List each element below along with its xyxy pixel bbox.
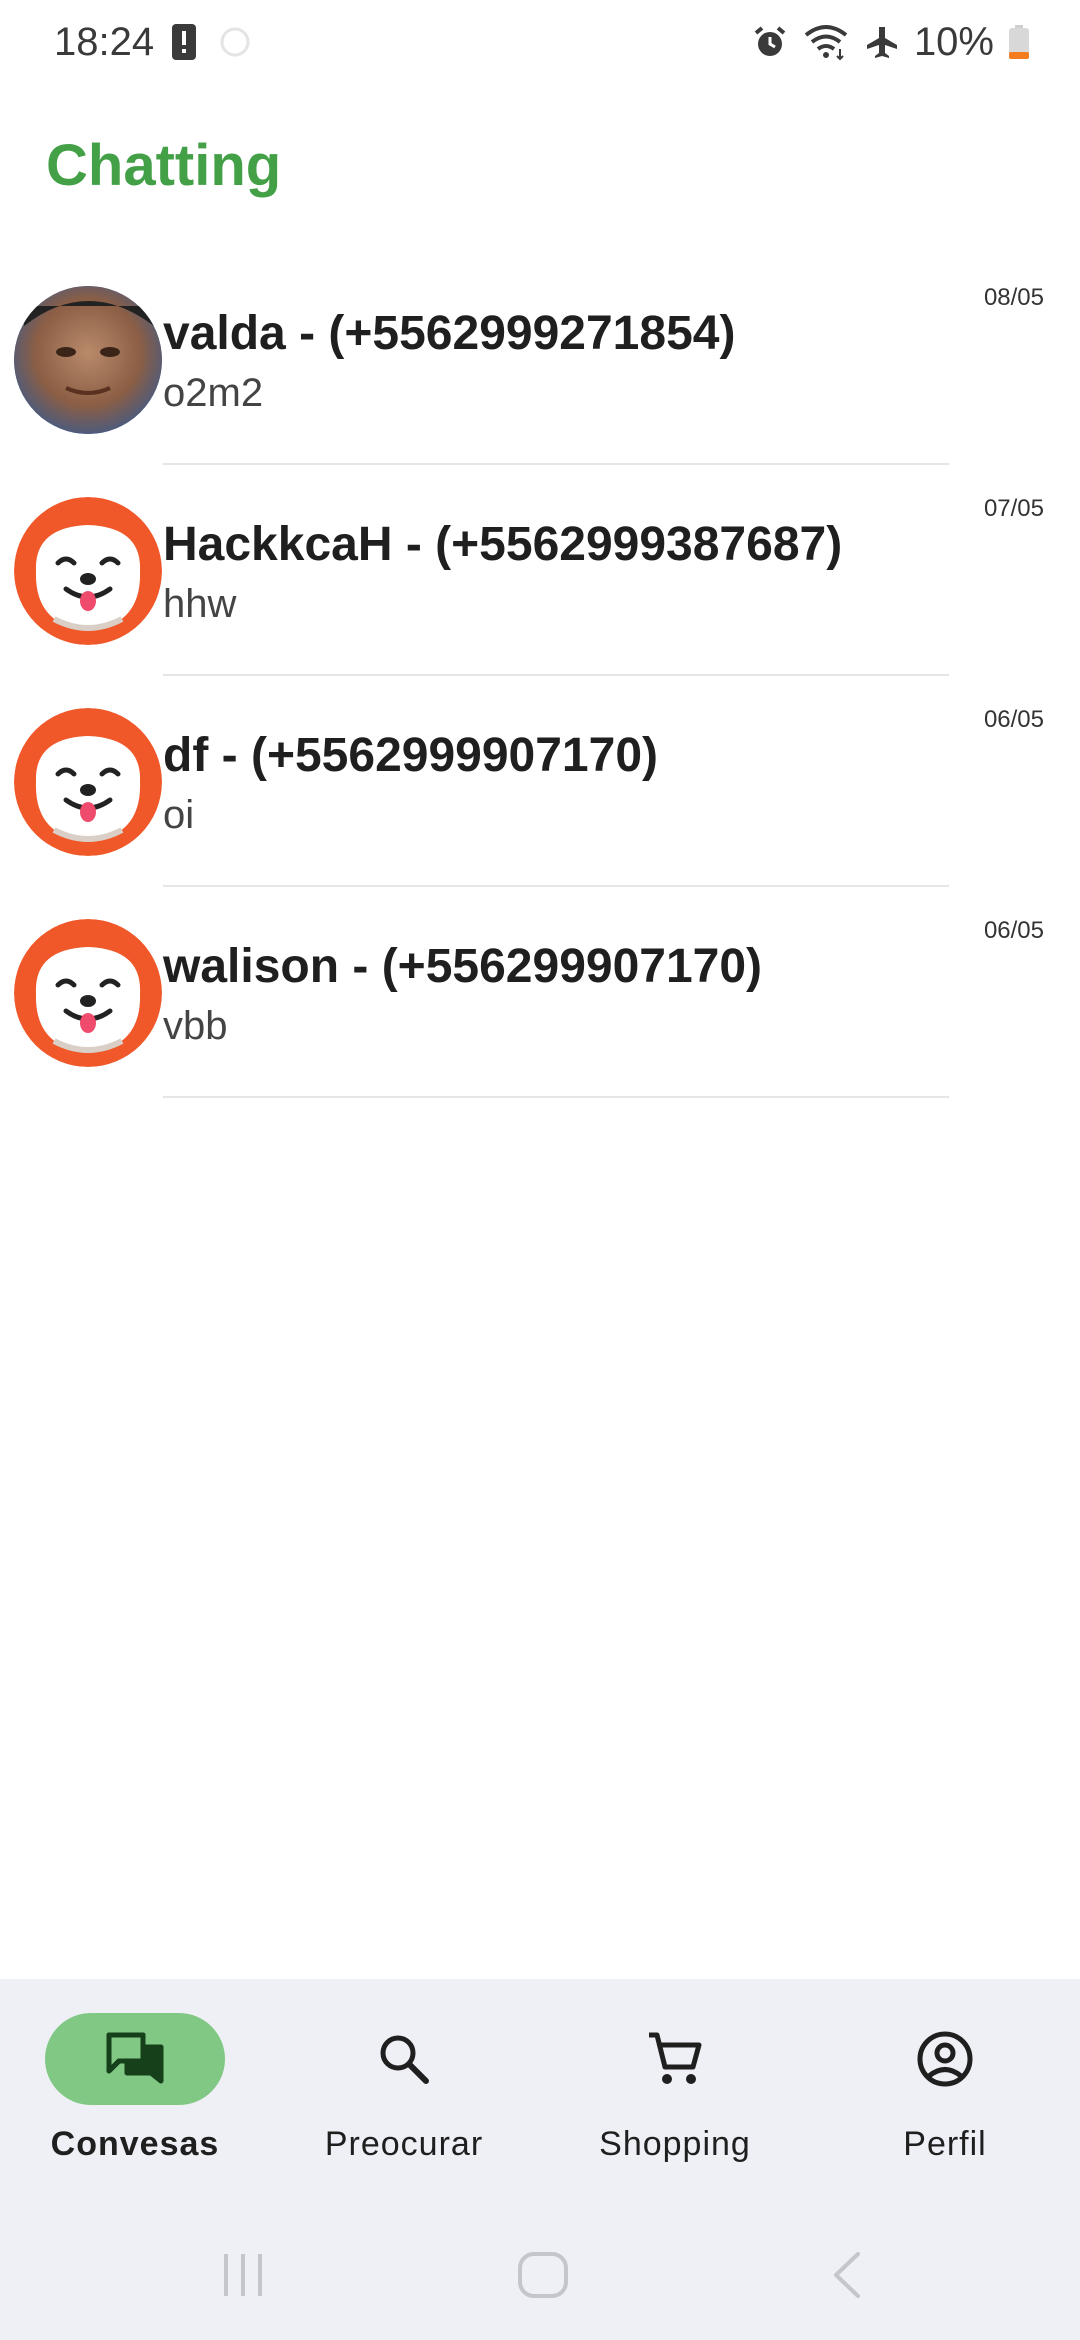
screen: 18:24 10% Chatting valda - (+55629992718… (0, 0, 1080, 2340)
chat-date: 06/05 (983, 917, 1044, 944)
system-nav (0, 2230, 1080, 2320)
nav-label: Perfil (903, 2125, 987, 2163)
divider (163, 463, 949, 465)
nav-label: Shopping (599, 2125, 751, 2163)
nav-item-preocurar[interactable]: Preocurar (284, 2013, 524, 2193)
profile-icon (915, 2029, 975, 2089)
avatar (14, 497, 162, 645)
chat-preview: oi (163, 793, 195, 837)
nav-item-perfil[interactable]: Perfil (825, 2013, 1065, 2193)
divider (163, 1096, 949, 1098)
chat-preview: vbb (163, 1004, 228, 1048)
battery-icon (1008, 24, 1030, 60)
back-icon[interactable] (828, 2250, 868, 2305)
chat-list: valda - (+5562999271854) o2m2 08/05 Hack… (0, 280, 1080, 1124)
chat-name: HackkcaH - (+5562999387687) (163, 518, 843, 571)
chat-list-item[interactable]: walison - (+556299907170) vbb 06/05 (0, 913, 1080, 1124)
search-icon (376, 2031, 432, 2087)
chat-name: df - (+5562999907170) (163, 729, 658, 782)
nav-label: Preocurar (324, 2125, 484, 2163)
alarm-icon (752, 24, 788, 60)
chat-name: valda - (+5562999271854) (163, 307, 736, 360)
battery-text: 10% (913, 19, 994, 64)
avatar (14, 708, 162, 856)
nav-item-convesas[interactable]: Convesas (15, 2013, 255, 2193)
chat-icon (105, 2031, 165, 2087)
home-icon[interactable] (516, 2250, 570, 2305)
chat-date: 08/05 (983, 284, 1044, 311)
wifi-icon (802, 23, 850, 61)
circle-icon (218, 22, 252, 67)
status-bar: 18:24 10% (0, 0, 1080, 86)
recents-icon[interactable] (218, 2250, 268, 2305)
chat-list-item[interactable]: valda - (+5562999271854) o2m2 08/05 (0, 280, 1080, 491)
chat-date: 06/05 (983, 706, 1044, 733)
chat-preview: o2m2 (163, 371, 264, 415)
avatar (14, 286, 162, 434)
avatar (14, 919, 162, 1067)
divider (163, 674, 949, 676)
cart-icon (645, 2029, 705, 2089)
nav-item-shopping[interactable]: Shopping (555, 2013, 795, 2193)
airplane-icon (864, 24, 900, 60)
chat-date: 07/05 (983, 495, 1044, 522)
status-time: 18:24 (54, 20, 155, 64)
chat-preview: hhw (163, 582, 237, 626)
nav-label: Convesas (50, 2125, 220, 2163)
chat-list-item[interactable]: df - (+5562999907170) oi 06/05 (0, 702, 1080, 913)
page-title: Chatting (46, 133, 282, 198)
divider (163, 885, 949, 887)
alert-icon (170, 22, 198, 67)
chat-name: walison - (+556299907170) (163, 940, 763, 993)
status-right: 10% (752, 16, 1030, 68)
chat-list-item[interactable]: HackkcaH - (+5562999387687) hhw 07/05 (0, 491, 1080, 702)
